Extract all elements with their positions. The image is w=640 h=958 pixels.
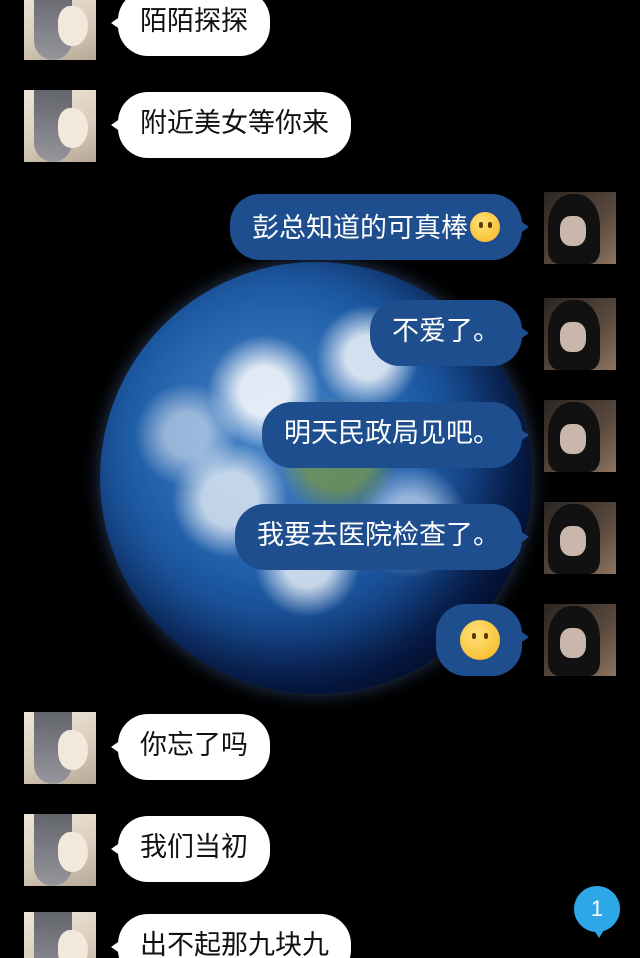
message-bubble[interactable]: 不爱了。 — [370, 300, 529, 366]
message-bubble[interactable]: 你忘了吗 — [111, 714, 270, 780]
message-bubble[interactable]: 出不起那九块九 — [111, 914, 351, 958]
my-avatar[interactable] — [544, 298, 616, 370]
my-avatar[interactable] — [544, 192, 616, 264]
message-bubble[interactable]: 我们当初 — [111, 816, 270, 882]
friend-avatar[interactable] — [24, 0, 96, 60]
friend-avatar[interactable] — [24, 814, 96, 886]
message-bubble[interactable]: 我要去医院检查了。 — [235, 504, 529, 570]
message-bubble[interactable]: 陌陌探探 — [111, 0, 270, 56]
message-text: 彭总知道的可真棒 — [252, 213, 468, 244]
message-bubble[interactable]: 明天民政局见吧。 — [262, 402, 529, 468]
my-avatar[interactable] — [544, 502, 616, 574]
friend-avatar[interactable] — [24, 712, 96, 784]
message-bubble[interactable]: 彭总知道的可真棒 — [230, 194, 529, 260]
my-avatar[interactable] — [544, 400, 616, 472]
thinking-face-icon — [470, 212, 500, 242]
thinking-face-icon — [460, 620, 500, 660]
message-row: 出不起那九块九 — [0, 912, 640, 958]
friend-avatar[interactable] — [24, 90, 96, 162]
friend-avatar[interactable] — [24, 912, 96, 958]
message-bubble[interactable]: 附近美女等你来 — [111, 92, 351, 158]
my-avatar[interactable] — [544, 604, 616, 676]
unread-count-badge[interactable]: 1 — [574, 886, 620, 938]
message-bubble[interactable] — [436, 604, 529, 676]
